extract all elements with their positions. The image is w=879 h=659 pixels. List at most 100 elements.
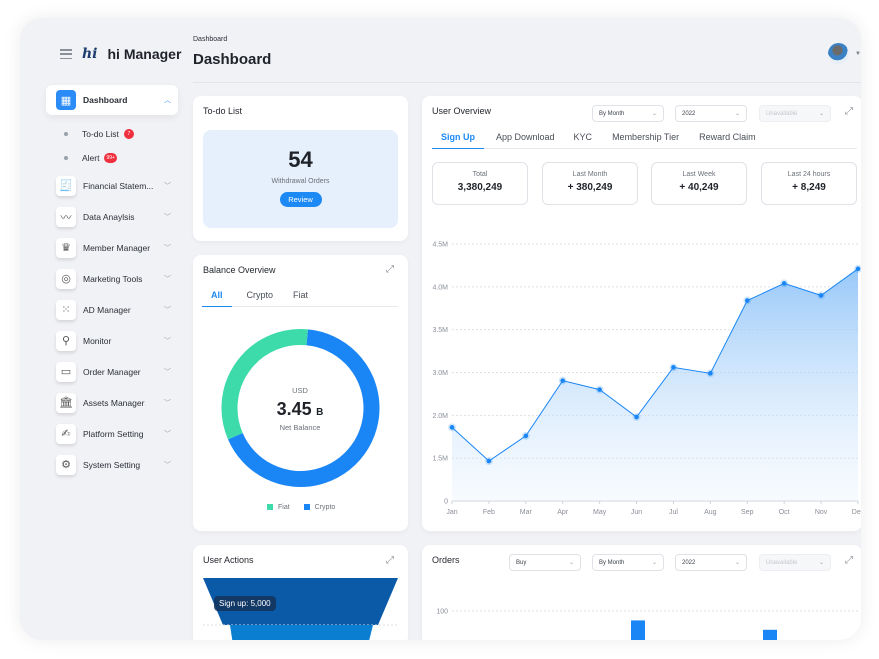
y-tick-label: 1.5M — [432, 456, 448, 463]
orders-card: Orders Buy ⌄ By Month ⌄ 2022 ⌄ Unavailable ⌄… — [422, 545, 861, 640]
data-point[interactable] — [634, 414, 639, 420]
tab-app-download[interactable]: App Download — [496, 132, 555, 148]
bullet-icon — [64, 156, 68, 160]
data-point[interactable] — [671, 365, 676, 370]
period-select[interactable]: By Month ⌄ — [592, 105, 664, 122]
sidebar-item-order-manager[interactable]: ▭ Order Manager ﹀ — [46, 356, 178, 387]
data-point[interactable] — [597, 387, 602, 392]
data-point[interactable] — [818, 293, 824, 298]
sidebar-item-data-anaylsis[interactable]: 〰 Data Anaylsis ﹀ — [46, 201, 178, 232]
stat-last-24-hours: Last 24 hours + 8,249 — [761, 162, 857, 205]
sidebar-item-label: Data Anaylsis — [83, 211, 135, 222]
bar-oct[interactable] — [763, 629, 777, 640]
data-point[interactable] — [449, 425, 455, 430]
year-value: 2022 — [682, 110, 696, 117]
chevron-down-icon[interactable]: ﹀ — [164, 181, 178, 191]
chevron-down-icon: ⌄ — [651, 111, 657, 117]
sidebar-item-label: System Setting — [83, 459, 141, 470]
legend-item-fiat[interactable]: Fiat — [267, 504, 290, 511]
gear-icon: ⚙ — [56, 454, 76, 475]
tab-membership-tier[interactable]: Membership Tier — [612, 132, 679, 148]
period-value: By Month — [599, 110, 625, 117]
chevron-down-icon[interactable]: ﹀ — [164, 274, 178, 284]
todo-title: To-do List — [203, 106, 243, 116]
data-point[interactable] — [486, 458, 492, 464]
header-divider — [193, 82, 861, 83]
y-tick-label: 3.0M — [432, 370, 448, 377]
todo-label: Withdrawal Orders — [271, 178, 330, 185]
x-tick-label: Apr — [557, 509, 569, 516]
chevron-down-icon[interactable]: ﹀ — [164, 336, 178, 346]
stat-label: Last 24 hours — [787, 171, 831, 178]
x-tick-label: Oct — [779, 509, 790, 516]
data-point[interactable] — [855, 266, 861, 272]
user-overview-title: User Overview — [432, 106, 492, 116]
sidebar-item-monitor[interactable]: ⚲ Monitor ﹀ — [46, 325, 178, 356]
receipt-icon: 🧾 — [56, 175, 76, 196]
extra-value: Unavailable — [766, 110, 798, 117]
chevron-down-icon[interactable]: ﹀ — [164, 305, 178, 315]
balance-amount: 3.45 — [276, 399, 312, 419]
tab-kyc[interactable]: KYC — [574, 132, 593, 148]
x-tick-label: Mar — [520, 509, 533, 516]
tab-sign-up[interactable]: Sign Up — [432, 132, 484, 149]
chevron-up-icon[interactable]: ︿ — [164, 95, 178, 105]
data-point[interactable] — [708, 371, 713, 376]
chevron-down-icon: ⌄ — [734, 111, 740, 117]
review-button[interactable]: Review — [279, 192, 322, 207]
balance-amount-row: 3.45 B — [250, 399, 350, 420]
sidebar-item-label: Assets Manager — [83, 397, 145, 408]
tab-reward-claim[interactable]: Reward Claim — [699, 132, 756, 148]
chevron-down-icon[interactable]: ﹀ — [164, 243, 178, 253]
stat-value: + 40,249 — [679, 182, 719, 193]
funnel-tooltip: Sign up: 5,000 — [214, 596, 276, 611]
funnel-stage-2[interactable] — [230, 625, 373, 640]
chevron-down-icon[interactable]: ﹀ — [164, 367, 178, 377]
legend-item-crypto[interactable]: Crypto — [303, 504, 336, 511]
chevron-down-icon[interactable]: ﹀ — [164, 212, 178, 222]
banknote-icon: ▭ — [56, 361, 76, 382]
stat-label: Last Week — [682, 171, 716, 178]
sidebar-subitem-label: To-do List — [82, 129, 119, 139]
sidebar-item-label: AD Manager — [83, 304, 131, 315]
area-fill — [452, 268, 858, 501]
sidebar-subitem-to-do-list[interactable]: To-do List 7 — [46, 122, 178, 146]
sidebar-item-platform-setting[interactable]: ✍ Platform Setting ﹀ — [46, 418, 178, 449]
magnifier-icon: ⚲ — [56, 330, 76, 351]
x-tick-label: Jan — [446, 509, 457, 516]
data-point[interactable] — [560, 378, 566, 383]
sidebar-item-dashboard[interactable]: ▦ Dashboard ︿ — [46, 85, 178, 115]
year-select[interactable]: 2022 ⌄ — [675, 105, 747, 122]
stat-total: Total 3,380,249 — [432, 162, 528, 205]
sidebar-subitem-alert[interactable]: Alert 99+ — [46, 146, 178, 170]
stat-value: 3,380,249 — [457, 182, 503, 193]
avatar[interactable] — [828, 43, 849, 64]
balance-unit: B — [316, 407, 324, 418]
chevron-down-icon[interactable]: ﹀ — [164, 429, 178, 439]
legend-label: Crypto — [314, 504, 336, 511]
chevron-down-icon[interactable]: ﹀ — [164, 460, 178, 470]
chevron-down-icon[interactable]: ﹀ — [164, 398, 178, 408]
todo-card: To-do List 54 Withdrawal Orders Review — [193, 96, 408, 241]
sidebar-item-member-manager[interactable]: ♛ Member Manager ﹀ — [46, 232, 178, 263]
chevron-down-icon: ⌄ — [818, 111, 824, 117]
bar-jun[interactable] — [631, 620, 645, 640]
caret-down-icon[interactable]: ▼ — [855, 51, 861, 57]
expand-icon[interactable]: ⤢ — [845, 106, 853, 117]
sidebar-item-ad-manager[interactable]: ⁙ AD Manager ﹀ — [46, 294, 178, 325]
sidebar-item-financial-statem[interactable]: 🧾 Financial Statem... ﹀ — [46, 170, 178, 201]
breadcrumb[interactable]: Dashboard — [193, 36, 227, 43]
balance-overview-card: Balance Overview ⤢ All Crypto Fiat USD 3… — [193, 255, 408, 531]
ad-grid-search-icon: ⁙ — [56, 299, 76, 320]
data-point[interactable] — [523, 433, 529, 439]
sidebar-item-label: Platform Setting — [83, 428, 144, 439]
hamburger-menu-icon[interactable] — [60, 49, 72, 59]
sidebar-item-assets-manager[interactable]: 🏛 Assets Manager ﹀ — [46, 387, 178, 418]
data-point[interactable] — [781, 281, 787, 286]
sidebar-item-system-setting[interactable]: ⚙ System Setting ﹀ — [46, 449, 178, 480]
sidebar-item-label: Monitor — [83, 335, 112, 346]
data-point[interactable] — [744, 298, 750, 303]
user-overview-card: User Overview By Month ⌄ 2022 ⌄ Unavailabl… — [422, 96, 861, 531]
legend-swatch — [267, 504, 273, 510]
sidebar-item-marketing-tools[interactable]: ◎ Marketing Tools ﹀ — [46, 263, 178, 294]
